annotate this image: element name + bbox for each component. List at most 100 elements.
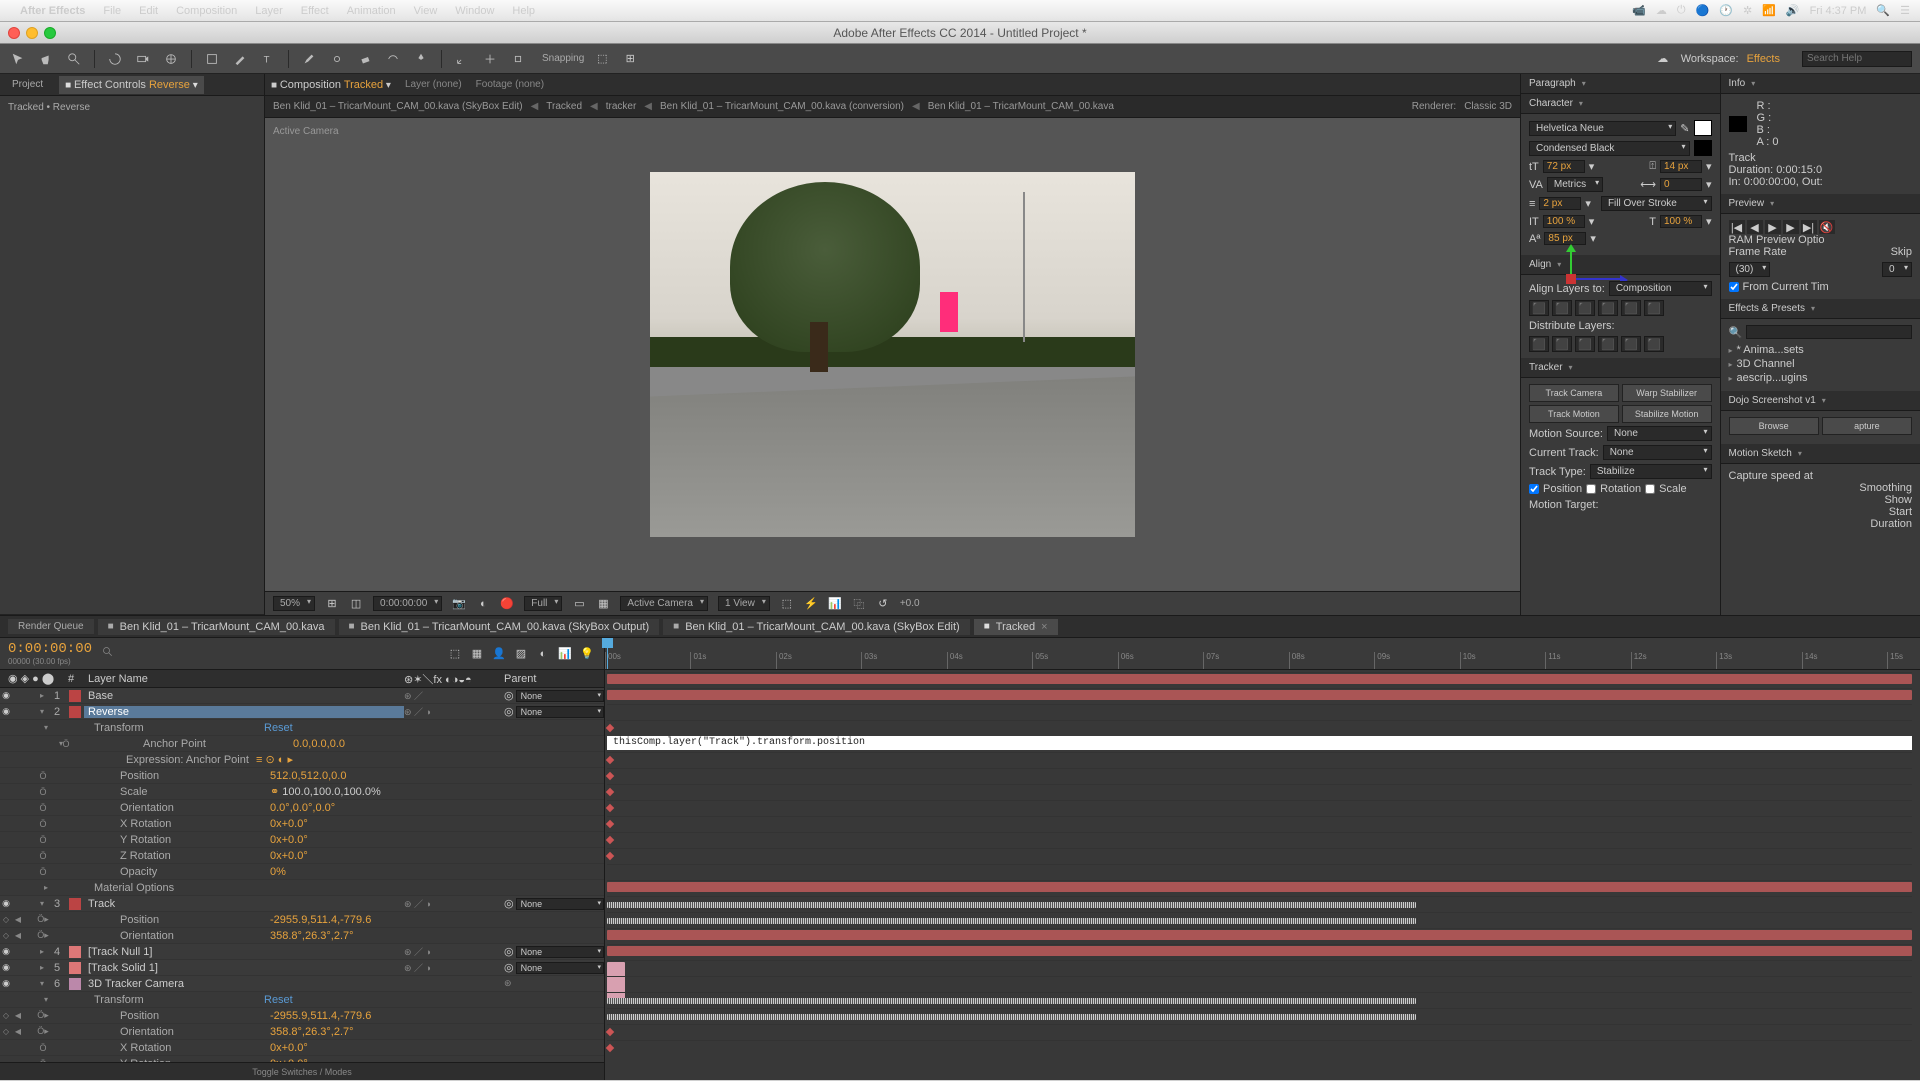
roto-tool-icon[interactable] bbox=[383, 49, 403, 69]
material-options-group[interactable]: ▸Material Options bbox=[0, 880, 604, 896]
dist-icon[interactable]: ⬛ bbox=[1575, 336, 1595, 352]
close-button[interactable] bbox=[8, 27, 20, 39]
property-orientation[interactable]: ◇◀Ö▸Orientation358.8°,26.3°,2.7° bbox=[0, 928, 604, 944]
tab-render-queue[interactable]: Render Queue bbox=[8, 619, 94, 634]
status-icon[interactable]: ⏻ bbox=[1677, 4, 1686, 17]
layer-search-icon[interactable] bbox=[102, 646, 114, 661]
dist-icon[interactable]: ⬛ bbox=[1644, 336, 1664, 352]
flowchart-icon[interactable]: ⿻ bbox=[852, 597, 866, 611]
dist-icon[interactable]: ⬛ bbox=[1598, 336, 1618, 352]
tab-project[interactable]: Project bbox=[6, 76, 49, 93]
draft-3d-icon[interactable]: ▦ bbox=[468, 645, 486, 663]
search-help-input[interactable] bbox=[1802, 51, 1912, 67]
property-x-rotation[interactable]: ÖX Rotation0x+0.0° bbox=[0, 1040, 604, 1056]
panel-motion-sketch[interactable]: Motion Sketch bbox=[1721, 444, 1920, 464]
motion-blur-icon[interactable]: ◐ bbox=[534, 645, 552, 663]
capture-button[interactable]: apture bbox=[1822, 417, 1912, 435]
property-orientation[interactable]: ÖOrientation0.0°,0.0°,0.0° bbox=[0, 800, 604, 816]
track-type-dropdown[interactable]: Stabilize bbox=[1590, 464, 1712, 479]
expression-row[interactable]: Expression: Anchor Point≡ ⊙ ◐ ▸ bbox=[0, 752, 604, 768]
nav-item[interactable]: Ben Klid_01 – TricarMount_CAM_00.kava (S… bbox=[273, 101, 523, 112]
pan-behind-tool-icon[interactable] bbox=[161, 49, 181, 69]
current-track-dropdown[interactable]: None bbox=[1603, 445, 1712, 460]
panel-tracker[interactable]: Tracker bbox=[1521, 358, 1720, 378]
frame-blend-icon[interactable]: ▨ bbox=[512, 645, 530, 663]
stroke-width-field[interactable]: 2 px bbox=[1539, 197, 1581, 210]
tab-layer[interactable]: Layer (none) bbox=[405, 79, 462, 90]
magnification-dropdown[interactable]: 50% bbox=[273, 596, 315, 611]
current-time[interactable]: 0:00:00:00 bbox=[373, 596, 442, 611]
notif-icon[interactable]: ☰ bbox=[1900, 4, 1910, 17]
property-position[interactable]: ◇◀Ö▸Position-2955.9,511.4,-779.6 bbox=[0, 912, 604, 928]
panel-paragraph[interactable]: Paragraph bbox=[1521, 74, 1720, 94]
camera-tool-icon[interactable] bbox=[133, 49, 153, 69]
panel-info[interactable]: Info bbox=[1721, 74, 1920, 94]
expression-field[interactable]: thisComp.layer("Track").transform.positi… bbox=[607, 736, 1912, 750]
brainstorm-icon[interactable]: 💡 bbox=[578, 645, 596, 663]
property-scale[interactable]: ÖScale⚭ 100.0,100.0,100.0% bbox=[0, 784, 604, 800]
volume-icon[interactable]: 🔊 bbox=[1786, 4, 1800, 17]
motion-source-dropdown[interactable]: None bbox=[1607, 426, 1712, 441]
property-x-rotation[interactable]: ÖX Rotation0x+0.0° bbox=[0, 816, 604, 832]
composition-viewer[interactable]: Active Camera bbox=[265, 118, 1520, 591]
stabilize-motion-button[interactable]: Stabilize Motion bbox=[1622, 405, 1712, 423]
property-position[interactable]: ÖPosition512.0,512.0,0.0 bbox=[0, 768, 604, 784]
workspace-dropdown[interactable]: Effects bbox=[1747, 53, 1780, 65]
track-camera-button[interactable]: Track Camera bbox=[1529, 384, 1619, 402]
cc-sync-icon[interactable]: ☁ bbox=[1653, 49, 1673, 69]
rotation-tool-icon[interactable] bbox=[105, 49, 125, 69]
comp-mini-flow-icon[interactable]: ⬚ bbox=[446, 645, 464, 663]
current-timecode[interactable]: 0:00:00:00 bbox=[8, 641, 92, 657]
menu-composition[interactable]: Composition bbox=[176, 5, 237, 17]
hscale-field[interactable]: 100 % bbox=[1660, 215, 1702, 228]
property-position[interactable]: ◇◀Ö▸Position-2955.9,511.4,-779.6 bbox=[0, 1008, 604, 1024]
reset-link[interactable]: Reset bbox=[264, 722, 604, 734]
align-to-dropdown[interactable]: Composition bbox=[1609, 281, 1712, 296]
preset-search-input[interactable] bbox=[1746, 325, 1912, 339]
menu-file[interactable]: File bbox=[103, 5, 121, 17]
track-scale-checkbox[interactable]: Scale bbox=[1645, 483, 1687, 495]
timeline-tracks[interactable]: thisComp.layer("Track").transform.positi… bbox=[605, 670, 1920, 1080]
renderer-dropdown[interactable]: Classic 3D bbox=[1464, 101, 1512, 112]
play-icon[interactable]: ▶ bbox=[1765, 220, 1781, 234]
selected-layer-handle[interactable] bbox=[940, 292, 958, 332]
layer-row[interactable]: ◉▾3Track⊛ ／ ◑◎None bbox=[0, 896, 604, 912]
view-axis-icon[interactable] bbox=[508, 49, 528, 69]
dist-icon[interactable]: ⬛ bbox=[1552, 336, 1572, 352]
snapshot-icon[interactable]: 📷 bbox=[452, 597, 466, 611]
channel-icon[interactable]: 🔴 bbox=[500, 597, 514, 611]
transform-group[interactable]: ▾TransformReset bbox=[0, 992, 604, 1008]
tracking-field[interactable]: 0 bbox=[1660, 178, 1702, 191]
zoom-tool-icon[interactable] bbox=[64, 49, 84, 69]
preset-folder[interactable]: 3D Channel bbox=[1729, 357, 1913, 371]
tab-comp[interactable]: ■ Ben Klid_01 – TricarMount_CAM_00.kava … bbox=[339, 619, 660, 635]
align-bottom-icon[interactable]: ⬛ bbox=[1644, 300, 1664, 316]
rect-tool-icon[interactable] bbox=[202, 49, 222, 69]
tab-comp[interactable]: ■ Ben Klid_01 – TricarMount_CAM_00.kava … bbox=[663, 619, 970, 635]
align-top-icon[interactable]: ⬛ bbox=[1598, 300, 1618, 316]
stroke-color[interactable] bbox=[1694, 140, 1712, 156]
frame-rate-dropdown[interactable]: (30) bbox=[1729, 262, 1771, 277]
tab-composition[interactable]: ■ Composition Tracked ▾ bbox=[271, 79, 391, 91]
timeline-icon[interactable]: 📊 bbox=[828, 597, 842, 611]
tab-footage[interactable]: Footage (none) bbox=[476, 79, 544, 90]
panel-preview[interactable]: Preview bbox=[1721, 194, 1920, 214]
align-vcenter-icon[interactable]: ⬛ bbox=[1621, 300, 1641, 316]
status-icon[interactable]: ✲ bbox=[1743, 4, 1752, 17]
from-current-checkbox[interactable]: From Current Tim bbox=[1729, 281, 1913, 293]
selection-tool-icon[interactable] bbox=[8, 49, 28, 69]
menu-window[interactable]: Window bbox=[455, 5, 494, 17]
transparency-icon[interactable]: ▦ bbox=[596, 597, 610, 611]
layer-row[interactable]: ◉▸5[Track Solid 1]⊛ ／ ◑◎None bbox=[0, 960, 604, 976]
dist-icon[interactable]: ⬛ bbox=[1529, 336, 1549, 352]
resolution-dropdown[interactable]: Full bbox=[524, 596, 562, 611]
transform-group[interactable]: ▾TransformReset bbox=[0, 720, 604, 736]
font-family-dropdown[interactable]: Helvetica Neue bbox=[1529, 121, 1676, 136]
puppet-tool-icon[interactable] bbox=[411, 49, 431, 69]
roi-icon[interactable]: ▭ bbox=[572, 597, 586, 611]
hand-tool-icon[interactable] bbox=[36, 49, 56, 69]
pen-tool-icon[interactable] bbox=[230, 49, 250, 69]
preset-folder[interactable]: * Anima...sets bbox=[1729, 343, 1913, 357]
menu-layer[interactable]: Layer bbox=[255, 5, 283, 17]
preset-folder[interactable]: aescrip...ugins bbox=[1729, 371, 1913, 385]
